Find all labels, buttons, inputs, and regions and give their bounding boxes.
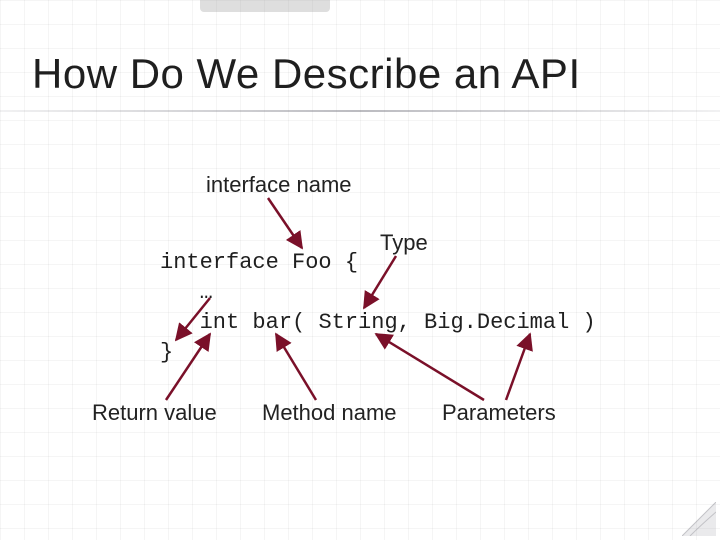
code-rest1: bar( bbox=[239, 310, 318, 335]
code-indent bbox=[160, 310, 200, 335]
code-line-2: … bbox=[160, 280, 213, 305]
arrow-method-name bbox=[276, 334, 316, 400]
title-underline bbox=[0, 110, 720, 112]
label-parameters: Parameters bbox=[442, 400, 556, 426]
label-return-value: Return value bbox=[92, 400, 217, 426]
code-line-3: int bar( String, Big.Decimal ) bbox=[160, 310, 596, 335]
code-param-1: String bbox=[318, 310, 397, 335]
code-line1-rest: Foo { bbox=[279, 250, 358, 275]
label-type: Type bbox=[380, 230, 428, 256]
label-method-name: Method name bbox=[262, 400, 397, 426]
page-corner-icon bbox=[682, 502, 716, 536]
code-line-4: } bbox=[160, 340, 173, 365]
slide-title: How Do We Describe an API bbox=[32, 50, 581, 98]
label-interface-name: interface name bbox=[206, 172, 352, 198]
code-line-1: interface Foo { bbox=[160, 250, 358, 275]
arrow-parameters-2 bbox=[506, 334, 530, 400]
code-return-type: int bbox=[200, 310, 240, 335]
code-param-2: Decimal bbox=[477, 310, 569, 335]
code-keyword-interface: interface bbox=[160, 250, 279, 275]
arrow-type bbox=[364, 256, 396, 308]
arrow-parameters-1 bbox=[376, 334, 484, 400]
code-rest2: , Big. bbox=[398, 310, 477, 335]
code-rest3: ) bbox=[569, 310, 595, 335]
arrow-interface-name bbox=[268, 198, 302, 248]
slide-top-shadow bbox=[200, 0, 330, 12]
